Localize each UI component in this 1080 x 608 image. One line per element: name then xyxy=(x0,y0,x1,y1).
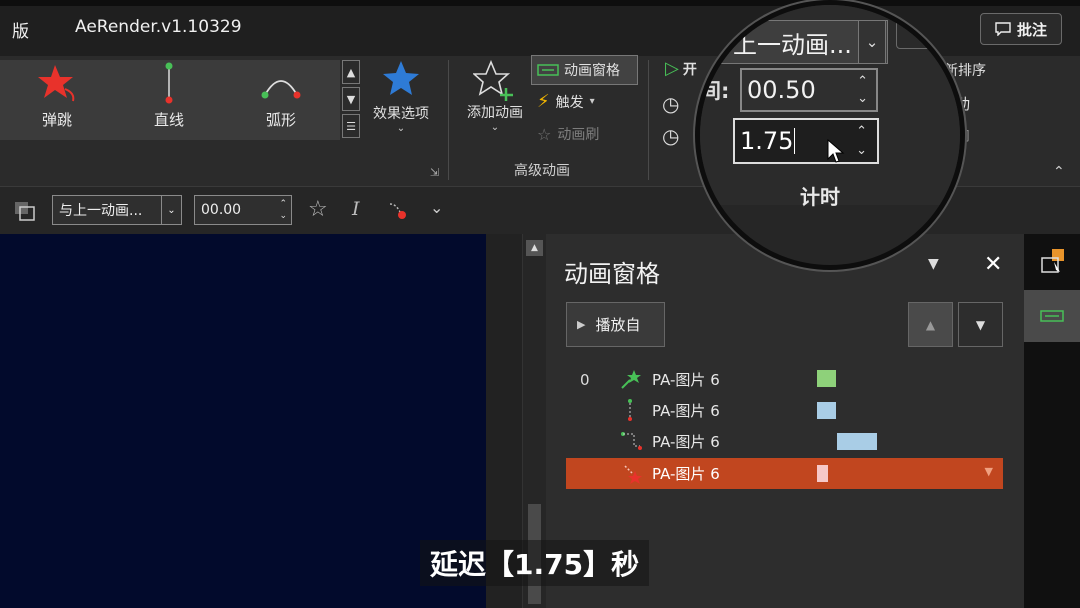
play-icon: ▷ xyxy=(665,58,679,79)
timing-group-title: 计时 xyxy=(800,185,840,209)
gallery-item-label: 弹跳 xyxy=(41,111,72,129)
effect-options-label: 效果选项 xyxy=(373,106,429,122)
selection-pane-icon[interactable] xyxy=(1040,248,1066,274)
star-outline-icon[interactable]: ☆ xyxy=(308,197,328,222)
slide-canvas[interactable] xyxy=(0,234,486,608)
divider xyxy=(448,60,449,180)
divider xyxy=(648,60,649,180)
timing-bar[interactable] xyxy=(817,370,836,387)
timing-bar[interactable] xyxy=(837,433,877,450)
motion-path-icon[interactable] xyxy=(388,200,410,222)
lightning-icon: ⚡ xyxy=(537,91,550,112)
play-icon: ▶ xyxy=(577,318,586,331)
version-label: 版 xyxy=(12,22,29,42)
item-name: PA-图片 6 xyxy=(652,433,720,451)
comment-icon xyxy=(995,22,1011,36)
text-cursor xyxy=(794,128,796,154)
animation-pane-label: 动画窗格 xyxy=(564,63,620,79)
effect-options-button[interactable]: 效果选项 ⌄ xyxy=(366,60,436,142)
start-control[interactable]: ▷ 开 xyxy=(665,58,697,79)
trigger-label: 触发 xyxy=(555,94,584,111)
dialog-launcher-icon[interactable]: ⇲ xyxy=(430,166,439,179)
spinner-icon[interactable]: ⌃ ⌄ xyxy=(279,198,287,222)
scroll-up-icon[interactable]: ▲ xyxy=(526,240,543,256)
animation-pane-icon xyxy=(1040,310,1064,322)
chevron-down-icon[interactable]: ⌄ xyxy=(161,196,181,224)
spinner-icon[interactable]: ⌃ ⌄ xyxy=(857,73,868,107)
window-title: AeRender.v1.10329 xyxy=(75,17,242,37)
toolbar-overflow-icon[interactable]: ⌄ xyxy=(430,198,443,217)
advanced-animation-group-title: 高级动画 xyxy=(514,163,570,179)
animation-painter-label: 动画刷 xyxy=(557,127,600,143)
item-name: PA-图片 6 xyxy=(652,371,720,389)
right-rail xyxy=(1024,234,1080,608)
gallery-more[interactable]: ☰ xyxy=(342,114,360,138)
gallery-item-arc[interactable]: 弧形 xyxy=(226,60,336,140)
timing-bar[interactable] xyxy=(817,465,828,482)
duration-input[interactable]: 00.50 ⌃ ⌄ xyxy=(740,68,878,112)
animation-pane-toggle[interactable] xyxy=(1024,290,1080,342)
gallery-scroll-up[interactable]: ▲ xyxy=(342,60,360,84)
delay-input[interactable]: 00.00 ⌃ ⌄ xyxy=(194,195,292,225)
trigger-button[interactable]: ⚡ 触发 ▾ xyxy=(537,91,595,112)
add-animation-button[interactable]: 添加动画 ⌄ xyxy=(460,60,530,144)
chevron-down-icon: ▾ xyxy=(589,96,595,107)
emphasis-effect-icon xyxy=(624,465,642,484)
add-animation-label: 添加动画 xyxy=(467,105,523,121)
blue-star-icon xyxy=(383,61,419,95)
delay-input[interactable]: 1.75 ⌃ ⌄ xyxy=(733,118,879,164)
move-down-button[interactable]: ▼ xyxy=(958,302,1003,347)
move-up-button[interactable]: ▲ xyxy=(908,302,953,347)
pane-title: 动画窗格 xyxy=(564,260,660,288)
entrance-effect-icon xyxy=(621,370,641,389)
item-name: PA-图片 6 xyxy=(652,465,720,483)
gallery-item-bounce[interactable]: 弹跳 xyxy=(2,60,112,140)
chevron-down-icon[interactable]: ▼ xyxy=(985,465,993,478)
delay-clock-icon: ◷ xyxy=(662,124,680,148)
gallery-item-label: 直线 xyxy=(153,111,184,129)
spinner-icon[interactable]: ⌃ ⌄ xyxy=(856,122,867,160)
item-index: 0 xyxy=(580,370,590,389)
animation-item[interactable]: PA-图片 6 xyxy=(566,395,1003,426)
share-label: 共享 xyxy=(920,25,951,44)
line-path-icon xyxy=(165,62,173,104)
animation-item[interactable]: PA-图片 6 xyxy=(566,426,1003,457)
video-subtitle: 延迟【1.75】秒 xyxy=(420,540,650,586)
comment-label: 批注 xyxy=(1016,20,1047,39)
gallery-item-line[interactable]: 直线 xyxy=(114,60,224,140)
chevron-down-icon: ⌄ xyxy=(396,123,406,134)
timing-bar[interactable] xyxy=(817,402,836,419)
italic-icon[interactable]: I xyxy=(352,198,360,220)
collapse-ribbon-icon[interactable]: ⌃ xyxy=(1053,164,1065,180)
pane-options-icon[interactable]: ▼ xyxy=(928,256,939,272)
close-icon[interactable]: ✕ xyxy=(984,252,1002,277)
line-path-icon xyxy=(628,399,632,421)
chevron-down-icon[interactable]: ⌄ xyxy=(858,20,886,64)
star-burst-icon xyxy=(38,65,75,102)
play-from-button[interactable]: ▶ 播放自 xyxy=(566,302,665,347)
animation-gallery: 弹跳 直线 弧形 xyxy=(0,60,340,140)
animation-item[interactable]: 0 PA-图片 6 xyxy=(566,364,1003,395)
add-star-icon xyxy=(473,60,513,101)
duration-clock-icon: ◷ xyxy=(662,92,680,116)
animation-pane-button[interactable]: 动画窗格 xyxy=(531,55,638,85)
magnifier-lens: 上一动画... ⌄ 共享 间: 00.50 ⌃ ⌄ 1.75 ⌃ ⌄ 计时 xyxy=(695,0,965,270)
start-select[interactable]: 与上一动画... ⌄ xyxy=(52,195,182,225)
comment-button[interactable]: 批注 xyxy=(980,13,1062,45)
copy-icon[interactable] xyxy=(14,201,36,221)
painter-icon: ☆ xyxy=(537,124,552,144)
custom-path-icon xyxy=(621,432,642,450)
gallery-scroll-down[interactable]: ▼ xyxy=(342,87,360,111)
animation-painter-button[interactable]: ☆ 动画刷 xyxy=(537,124,599,144)
share-button[interactable]: 共享 xyxy=(896,19,960,49)
duration-label: 间: xyxy=(700,79,730,103)
mouse-pointer-icon xyxy=(827,139,845,163)
animation-pane-icon xyxy=(537,64,559,76)
item-name: PA-图片 6 xyxy=(652,402,720,420)
gallery-item-label: 弧形 xyxy=(265,111,296,129)
animation-item-selected[interactable]: PA-图片 6 ▼ xyxy=(566,458,1003,489)
arc-path-icon xyxy=(261,80,301,99)
chevron-down-icon: ⌄ xyxy=(490,122,500,133)
